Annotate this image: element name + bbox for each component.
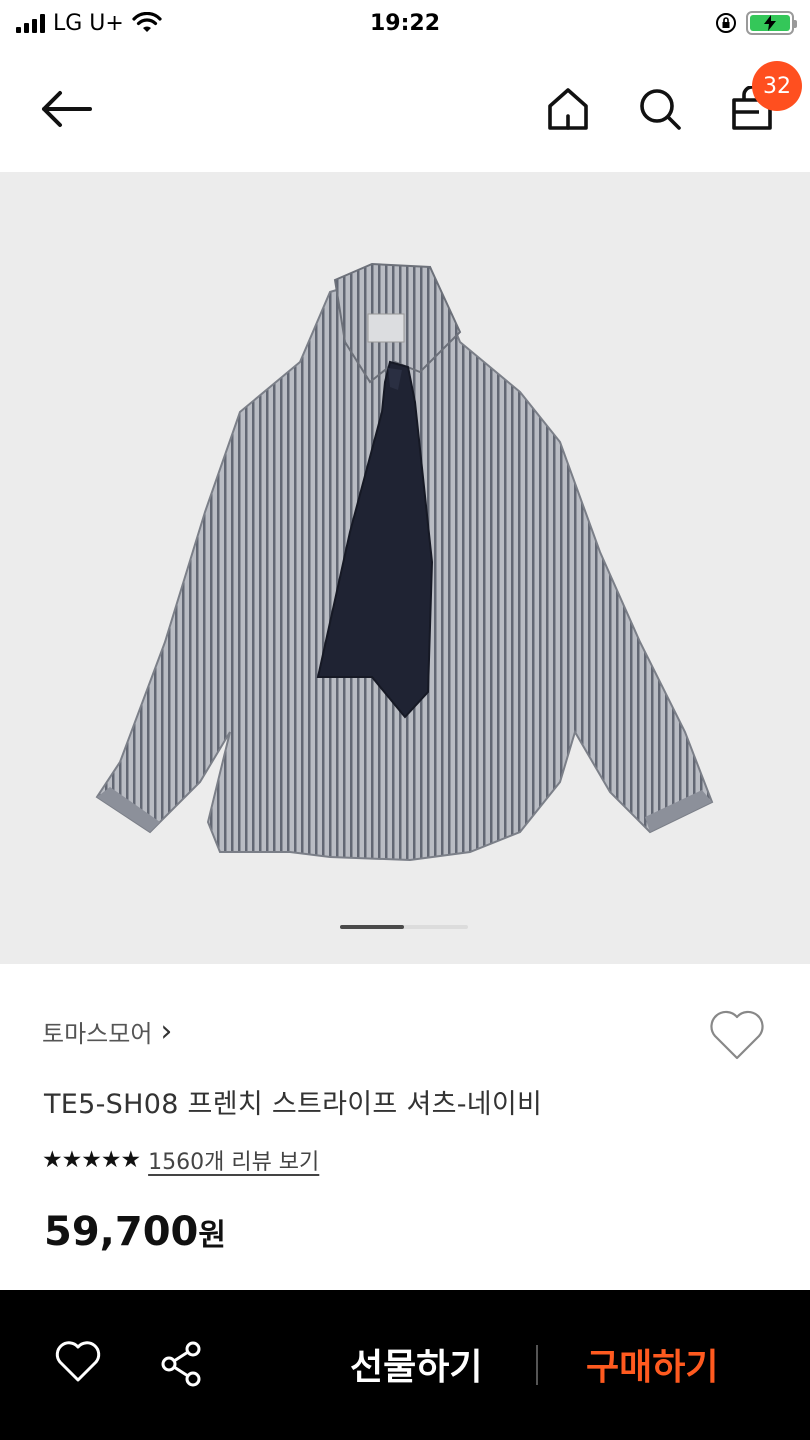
rating-stars: ★★★★★ bbox=[42, 1147, 141, 1173]
gallery-page-indicator-active bbox=[340, 925, 404, 929]
search-icon bbox=[640, 89, 681, 130]
orientation-lock-icon bbox=[716, 13, 736, 33]
status-right bbox=[714, 11, 797, 35]
back-arrow-icon bbox=[42, 91, 92, 127]
gift-button[interactable]: 선물하기 bbox=[350, 1338, 482, 1390]
gallery-page-indicator bbox=[340, 925, 468, 929]
nav-actions: 32 bbox=[540, 61, 802, 137]
top-nav: 32 bbox=[0, 46, 810, 172]
price-unit: 원 bbox=[198, 1218, 226, 1253]
cart-button[interactable]: 32 bbox=[724, 61, 802, 137]
heart-outline-icon bbox=[55, 1341, 101, 1382]
brand-name: 토마스모어 bbox=[42, 1020, 153, 1048]
status-bar: LG U+ 19:22 bbox=[0, 0, 810, 46]
share-icon bbox=[161, 1341, 201, 1387]
bottom-action-bar: 선물하기 구매하기 bbox=[0, 1290, 810, 1440]
product-title: TE5-SH08 프렌치 스트라이프 셔츠-네이비 bbox=[44, 1089, 543, 1120]
battery-icon bbox=[746, 11, 797, 35]
back-button[interactable] bbox=[38, 81, 94, 137]
review-link[interactable]: 1560개 리뷰 보기 bbox=[148, 1144, 319, 1176]
product-image bbox=[95, 262, 714, 862]
bottom-divider bbox=[536, 1345, 538, 1385]
chevron-right-icon: › bbox=[160, 1013, 173, 1049]
carrier-name: LG U+ bbox=[53, 10, 124, 36]
status-left: LG U+ bbox=[16, 11, 162, 36]
cart-count-badge: 32 bbox=[752, 61, 802, 111]
home-button[interactable] bbox=[540, 81, 596, 137]
buy-button[interactable]: 구매하기 bbox=[586, 1338, 718, 1390]
share-button[interactable] bbox=[160, 1340, 204, 1388]
product-info: 토마스모어 › TE5-SH08 프렌치 스트라이프 셔츠-네이비 ★★★★★ … bbox=[0, 964, 810, 1290]
price-row: 59,700 원 bbox=[44, 1209, 226, 1255]
price-value: 59,700 bbox=[44, 1209, 199, 1255]
heart-outline-icon bbox=[710, 1010, 764, 1060]
search-button[interactable] bbox=[632, 81, 688, 137]
product-image-gallery[interactable] bbox=[0, 172, 810, 964]
wifi-icon bbox=[132, 12, 162, 32]
brand-link[interactable]: 토마스모어 › bbox=[42, 1014, 172, 1049]
rating-row: ★★★★★ 1560개 리뷰 보기 bbox=[42, 1144, 319, 1176]
signal-icon bbox=[16, 13, 45, 33]
bottom-wishlist-button[interactable] bbox=[54, 1340, 102, 1384]
wishlist-button[interactable] bbox=[708, 1008, 766, 1062]
home-icon bbox=[548, 88, 588, 130]
